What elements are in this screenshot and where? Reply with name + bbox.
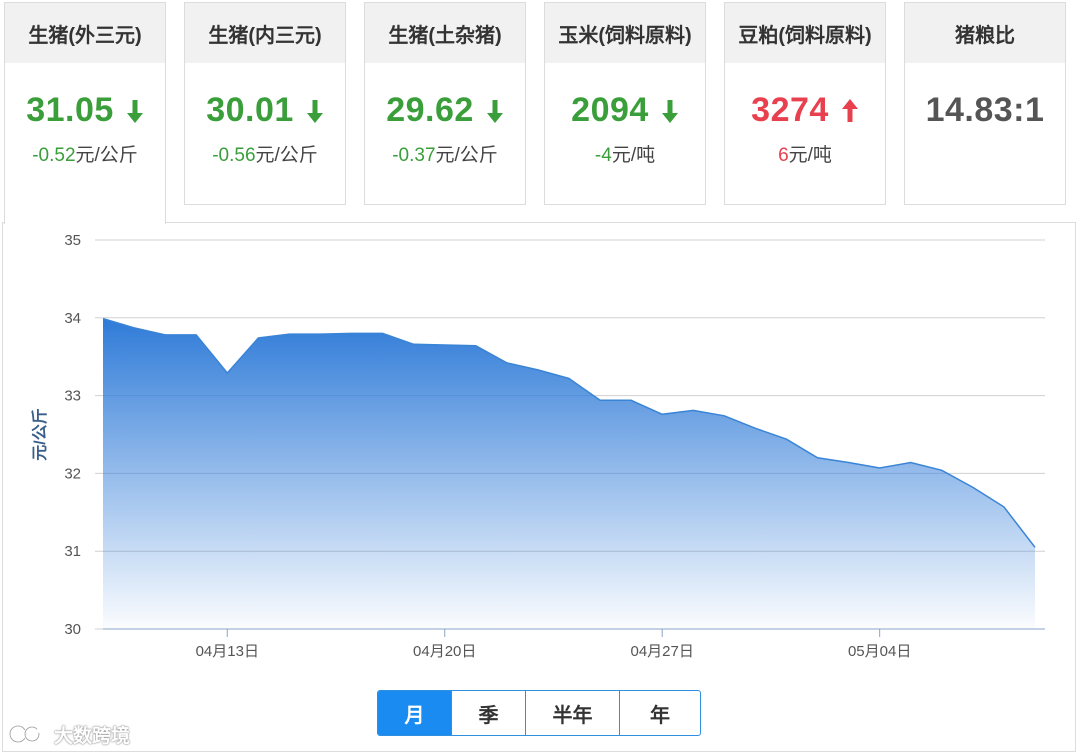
card-change: -0.52元/公斤	[5, 140, 165, 167]
watermark-logo-icon	[8, 724, 47, 744]
card-price-value: 3274	[751, 91, 829, 129]
data-point[interactable]	[970, 484, 976, 490]
data-point[interactable]	[939, 467, 945, 473]
card-change-value: -0.52	[32, 145, 76, 166]
y-tick-label: 33	[64, 388, 81, 405]
data-point[interactable]	[597, 397, 603, 403]
range-button-1[interactable]: 月	[378, 691, 452, 735]
card-change: -4元/吨	[545, 140, 705, 167]
data-point[interactable]	[100, 316, 106, 322]
time-range-switch: 月季半年年	[377, 690, 701, 736]
data-point[interactable]	[846, 460, 852, 466]
card-price-value: 31.05	[26, 91, 114, 129]
data-point[interactable]	[224, 370, 230, 376]
x-tick-label: 05月04日	[848, 643, 911, 660]
x-tick-label: 04月20日	[413, 643, 476, 660]
data-point[interactable]	[690, 407, 696, 413]
data-point[interactable]	[286, 331, 292, 337]
card-price-value: 2094	[571, 91, 649, 129]
card-price-value: 29.62	[386, 91, 474, 129]
chart-area-layer	[100, 316, 1038, 629]
card-value-row: 14.83:1	[905, 91, 1065, 130]
series-area	[103, 318, 1035, 629]
data-point[interactable]	[535, 367, 541, 373]
data-point[interactable]	[504, 360, 510, 366]
card-change-unit: 元/吨	[788, 145, 832, 166]
data-point[interactable]	[193, 332, 199, 338]
card-change-unit: 元/公斤	[75, 145, 138, 166]
data-point[interactable]	[721, 413, 727, 419]
card-change-unit: 元/吨	[611, 145, 656, 166]
data-point[interactable]	[442, 342, 448, 348]
arrow-down-icon	[661, 99, 678, 123]
data-point[interactable]	[877, 465, 883, 471]
card-change-value: -0.37	[392, 145, 436, 166]
price-card-6[interactable]: 猪粮比 14.83:1	[904, 2, 1066, 205]
card-price-value: 30.01	[206, 91, 294, 129]
card-change: -0.56元/公斤	[185, 140, 345, 167]
range-button-3[interactable]: 半年	[526, 691, 620, 735]
price-card-3[interactable]: 生猪(土杂猪) 29.62 -0.37元/公斤	[364, 2, 526, 205]
card-value-row: 29.62	[365, 91, 525, 130]
price-area-chart: 30 31 32 33 34 35 元/公斤 04月13日 04月20日 04月27日 05月04日	[31, 232, 1045, 660]
card-value-row: 30.01	[185, 91, 345, 130]
price-card-1[interactable]: 生猪(外三元) 31.05 -0.52元/公斤	[4, 2, 166, 224]
arrow-down-icon	[126, 99, 143, 123]
data-point[interactable]	[473, 343, 479, 349]
data-point[interactable]	[566, 375, 572, 381]
card-title: 豆粕(饲料原料)	[725, 3, 885, 63]
price-card-2[interactable]: 生猪(内三元) 30.01 -0.56元/公斤	[184, 2, 346, 205]
card-change-unit: 元/公斤	[435, 145, 498, 166]
arrow-up-icon	[841, 98, 858, 122]
card-change-value: 6	[778, 145, 789, 166]
x-tick-label: 04月13日	[196, 643, 259, 660]
card-change-unit: 元/公斤	[255, 145, 318, 166]
data-point[interactable]	[908, 460, 914, 466]
card-change: 6元/吨	[725, 140, 885, 167]
range-button-4[interactable]: 年	[620, 691, 700, 735]
range-button-2[interactable]: 季	[452, 691, 526, 735]
data-point[interactable]	[411, 341, 417, 347]
price-card-5[interactable]: 豆粕(饲料原料) 3274 6元/吨	[724, 2, 886, 205]
y-tick-label: 31	[64, 543, 81, 560]
y-tick-label: 35	[64, 232, 81, 249]
y-tick-label: 32	[64, 465, 81, 482]
data-point[interactable]	[815, 455, 821, 461]
card-title: 生猪(内三元)	[185, 3, 345, 63]
card-value-row: 31.05	[5, 91, 165, 130]
arrow-down-icon	[486, 99, 503, 123]
data-point[interactable]	[752, 425, 758, 431]
card-title: 生猪(土杂猪)	[365, 3, 525, 63]
card-change-value: -0.56	[212, 145, 256, 166]
y-tick-label: 30	[64, 621, 81, 638]
data-point[interactable]	[628, 397, 634, 403]
card-title: 生猪(外三元)	[5, 3, 165, 63]
data-point[interactable]	[162, 332, 168, 338]
data-point[interactable]	[255, 335, 261, 341]
data-point[interactable]	[131, 325, 137, 331]
price-card-4[interactable]: 玉米(饲料原料) 2094 -4元/吨	[544, 2, 706, 205]
data-point[interactable]	[349, 330, 355, 336]
data-point[interactable]	[1001, 504, 1007, 510]
card-change: -0.37元/公斤	[365, 140, 525, 167]
y-tick-label: 34	[64, 310, 81, 327]
data-point[interactable]	[380, 330, 386, 336]
card-value-row: 3274	[725, 91, 885, 130]
data-point[interactable]	[1032, 544, 1038, 550]
price-chart: 30 31 32 33 34 35 元/公斤 04月13日 04月20日 04月27日 05月04日	[2, 222, 1076, 752]
card-price-value: 14.83:1	[925, 91, 1045, 129]
card-title: 猪粮比	[905, 3, 1065, 63]
data-point[interactable]	[659, 411, 665, 417]
watermark: 大数跨境	[8, 720, 130, 748]
x-tick-label: 04月27日	[631, 643, 694, 660]
y-axis-label: 元/公斤	[31, 408, 49, 460]
arrow-down-icon	[306, 99, 323, 123]
data-point[interactable]	[783, 436, 789, 442]
card-change-value: -4	[594, 145, 612, 166]
card-value-row: 2094	[545, 91, 705, 130]
watermark-text: 大数跨境	[54, 725, 131, 747]
data-point[interactable]	[317, 331, 323, 337]
card-title: 玉米(饲料原料)	[545, 3, 705, 63]
